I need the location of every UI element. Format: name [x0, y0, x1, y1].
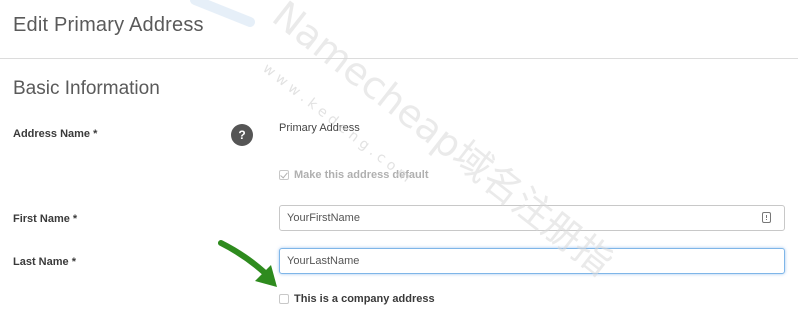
contact-card-icon[interactable]	[762, 212, 771, 223]
section-title: Basic Information	[13, 78, 160, 99]
question-mark-icon[interactable]: ?	[231, 124, 253, 146]
first-name-label: First Name *	[13, 213, 78, 225]
address-name-value: Primary Address	[279, 122, 360, 134]
company-address-checkbox-row[interactable]: This is a company address	[279, 293, 435, 305]
header-divider	[0, 58, 798, 59]
first-name-input[interactable]	[279, 205, 785, 231]
last-name-label: Last Name *	[13, 256, 76, 268]
make-default-checkbox-row: Make this address default	[279, 169, 429, 181]
company-address-label: This is a company address	[294, 293, 435, 305]
address-name-label: Address Name *	[13, 128, 98, 140]
make-default-checkbox	[279, 170, 289, 180]
make-default-label: Make this address default	[294, 169, 429, 181]
company-address-checkbox[interactable]	[279, 294, 289, 304]
last-name-input[interactable]	[279, 248, 785, 274]
watermark-text: Namecheap域名注册指	[264, 0, 620, 284]
page-title: Edit Primary Address	[13, 14, 204, 36]
